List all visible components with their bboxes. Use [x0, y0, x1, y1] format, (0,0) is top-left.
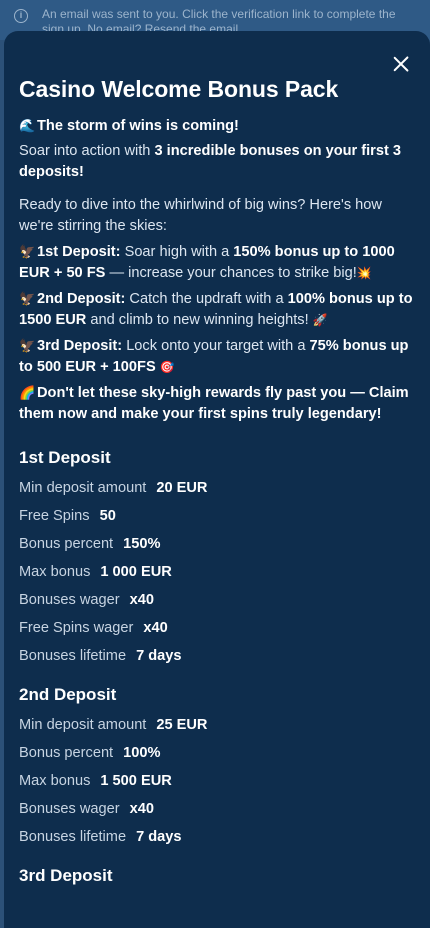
detail-row: Bonuses wager x40	[19, 801, 154, 817]
detail-row: Bonuses wager x40	[19, 592, 154, 608]
detail-row: Max bonus 1 500 EUR	[19, 773, 172, 789]
detail-row: Bonuses lifetime 7 days	[19, 829, 182, 845]
detail-row: Min deposit amount 25 EUR	[19, 717, 208, 733]
claim-text: 🌈 Don't let these sky-high rewards fly pa…	[19, 382, 416, 425]
eagle-icon: 🦅	[19, 291, 36, 306]
eagle-icon: 🦅	[19, 244, 36, 259]
detail-row: Bonuses lifetime 7 days	[19, 648, 182, 664]
lead-text: Soar into action with 3 incredible bonus…	[19, 143, 402, 180]
detail-row: Free Spins wager x40	[19, 620, 168, 636]
detail-row: Max bonus 1 000 EUR	[19, 564, 172, 580]
detail-row: Min deposit amount 20 EUR	[19, 480, 208, 496]
detail-row: Bonus percent 100%	[19, 745, 161, 761]
detail-row: Free Spins 50	[19, 508, 116, 524]
detail-row: Bonus percent 150%	[19, 536, 161, 552]
collision-icon: 💥	[356, 266, 372, 280]
bonus-modal: Casino Welcome Bonus Pack 🌊 The storm of …	[4, 31, 430, 928]
wave-icon: 🌊	[19, 118, 36, 133]
target-icon: 🎯	[159, 360, 175, 374]
deposit-2-description: 🦅 2nd Deposit: Catch the updraft with a 1…	[19, 288, 416, 331]
dive-text: Ready to dive into the whirlwind of big …	[19, 197, 382, 234]
info-icon: i	[14, 9, 28, 23]
deposit-3-title: 3rd Deposit	[19, 866, 113, 885]
rainbow-icon: 🌈	[19, 385, 36, 400]
deposit-1-title: 1st Deposit	[19, 448, 111, 467]
deposit-1-section: 1st Deposit Min deposit amount 20 EUR Fre…	[19, 447, 416, 670]
deposit-3-description: 🦅 3rd Deposit: Lock onto your target with…	[19, 335, 416, 378]
deposit-2-title: 2nd Deposit	[19, 685, 117, 704]
tagline: 🌊 The storm of wins is coming!	[19, 115, 416, 137]
eagle-icon: 🦅	[19, 338, 36, 353]
deposit-2-section: 2nd Deposit Min deposit amount 25 EUR Bon…	[19, 684, 416, 851]
deposit-3-section: 3rd Deposit	[19, 865, 416, 887]
close-icon[interactable]	[391, 54, 411, 74]
rocket-icon: 🚀	[312, 313, 328, 327]
modal-title: Casino Welcome Bonus Pack	[19, 76, 339, 102]
deposit-1-description: 🦅 1st Deposit: Soar high with a 150% bonu…	[19, 241, 416, 284]
